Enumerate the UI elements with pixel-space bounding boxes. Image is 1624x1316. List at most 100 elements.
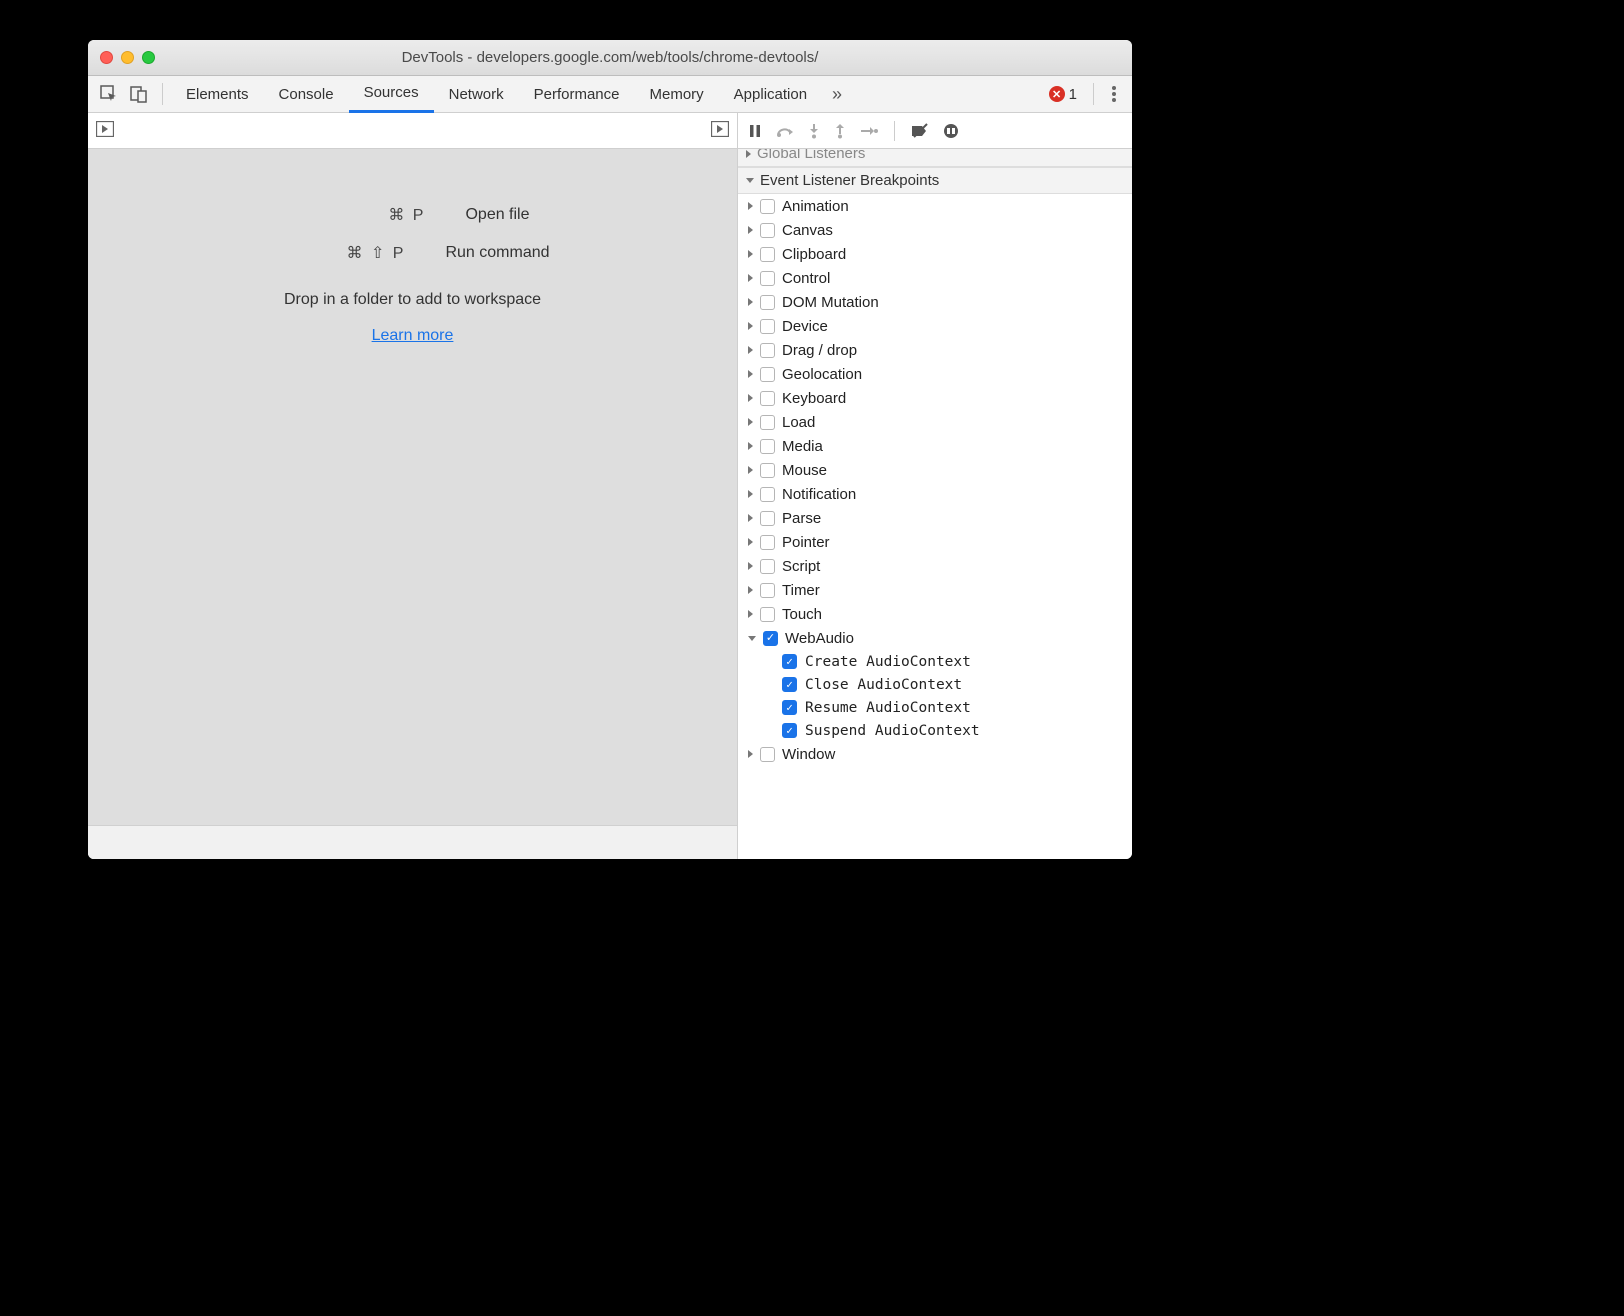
breakpoint-category[interactable]: Load [738, 410, 1132, 434]
step-button[interactable] [860, 125, 878, 137]
breakpoint-checkbox[interactable] [782, 723, 797, 738]
titlebar: DevTools - developers.google.com/web/too… [88, 40, 1132, 76]
category-checkbox[interactable] [760, 439, 775, 454]
breakpoint-category[interactable]: Geolocation [738, 362, 1132, 386]
category-checkbox[interactable] [760, 319, 775, 334]
breakpoint-category[interactable]: Clipboard [738, 242, 1132, 266]
breakpoint-category[interactable]: Control [738, 266, 1132, 290]
breakpoint-category[interactable]: Keyboard [738, 386, 1132, 410]
category-checkbox[interactable] [760, 463, 775, 478]
run-command-label: Run command [445, 244, 549, 262]
breakpoint-item[interactable]: Close AudioContext [738, 673, 1132, 696]
step-into-button[interactable] [808, 123, 820, 139]
category-checkbox[interactable] [760, 559, 775, 574]
category-checkbox[interactable] [760, 747, 775, 762]
step-out-button[interactable] [834, 123, 846, 139]
error-count-badge[interactable]: ✕ 1 [1049, 86, 1077, 103]
breakpoint-checkbox[interactable] [782, 700, 797, 715]
pause-on-exceptions-button[interactable] [943, 123, 959, 139]
category-label: Media [782, 438, 823, 455]
breakpoint-category[interactable]: WebAudio [738, 626, 1132, 650]
category-checkbox[interactable] [760, 583, 775, 598]
breakpoint-category[interactable]: Timer [738, 578, 1132, 602]
chevron-right-icon [748, 226, 753, 234]
category-label: Drag / drop [782, 342, 857, 359]
global-listeners-header[interactable]: Global Listeners [738, 149, 1132, 167]
breakpoint-category[interactable]: Touch [738, 602, 1132, 626]
breakpoint-category[interactable]: Mouse [738, 458, 1132, 482]
error-icon: ✕ [1049, 86, 1065, 102]
breakpoint-checkbox[interactable] [782, 677, 797, 692]
category-label: Pointer [782, 534, 830, 551]
category-label: Keyboard [782, 390, 846, 407]
deactivate-breakpoints-button[interactable] [911, 123, 929, 139]
breakpoint-category[interactable]: Drag / drop [738, 338, 1132, 362]
category-checkbox[interactable] [760, 271, 775, 286]
category-checkbox[interactable] [760, 367, 775, 382]
breakpoint-category[interactable]: Window [738, 742, 1132, 766]
breakpoint-label: Close AudioContext [805, 677, 962, 693]
tab-elements[interactable]: Elements [171, 76, 264, 113]
breakpoint-category[interactable]: Script [738, 554, 1132, 578]
tab-performance[interactable]: Performance [519, 76, 635, 113]
open-file-shortcut: ⌘ P [295, 205, 425, 225]
breakpoint-category[interactable]: Canvas [738, 218, 1132, 242]
step-over-button[interactable] [776, 124, 794, 138]
breakpoint-category[interactable]: Animation [738, 194, 1132, 218]
breakpoint-item[interactable]: Resume AudioContext [738, 696, 1132, 719]
tab-memory[interactable]: Memory [635, 76, 719, 113]
close-window-button[interactable] [100, 51, 113, 64]
breakpoint-checkbox[interactable] [782, 654, 797, 669]
category-checkbox[interactable] [760, 415, 775, 430]
minimize-window-button[interactable] [121, 51, 134, 64]
breakpoint-category[interactable]: Device [738, 314, 1132, 338]
breakpoint-category[interactable]: Parse [738, 506, 1132, 530]
debugger-toggle-icon[interactable] [711, 121, 729, 141]
settings-menu-icon[interactable] [1102, 86, 1126, 102]
category-checkbox[interactable] [760, 247, 775, 262]
category-label: Window [782, 746, 835, 763]
chevron-down-icon [748, 636, 756, 641]
devtools-window: DevTools - developers.google.com/web/too… [88, 40, 1132, 859]
drop-folder-text: Drop in a folder to add to workspace [284, 291, 541, 309]
breakpoint-category[interactable]: DOM Mutation [738, 290, 1132, 314]
chevron-right-icon [748, 442, 753, 450]
category-checkbox[interactable] [760, 391, 775, 406]
more-tabs-icon[interactable]: » [822, 79, 852, 109]
category-checkbox[interactable] [760, 535, 775, 550]
category-checkbox[interactable] [760, 199, 775, 214]
navigator-toggle-icon[interactable] [96, 121, 114, 141]
category-label: WebAudio [785, 630, 854, 647]
breakpoint-category[interactable]: Pointer [738, 530, 1132, 554]
breakpoint-item[interactable]: Create AudioContext [738, 650, 1132, 673]
tab-application[interactable]: Application [719, 76, 822, 113]
breakpoint-label: Resume AudioContext [805, 700, 971, 716]
breakpoint-scroller[interactable]: Global Listeners Event Listener Breakpoi… [738, 149, 1132, 859]
tab-console[interactable]: Console [264, 76, 349, 113]
event-listener-breakpoints-header[interactable]: Event Listener Breakpoints [738, 167, 1132, 194]
device-toolbar-icon[interactable] [124, 79, 154, 109]
tab-network[interactable]: Network [434, 76, 519, 113]
breakpoint-category[interactable]: Notification [738, 482, 1132, 506]
chevron-right-icon [748, 562, 753, 570]
category-label: Canvas [782, 222, 833, 239]
chevron-right-icon [748, 750, 753, 758]
category-checkbox[interactable] [760, 295, 775, 310]
category-checkbox[interactable] [760, 487, 775, 502]
category-checkbox[interactable] [760, 343, 775, 358]
tab-sources[interactable]: Sources [349, 76, 434, 113]
category-checkbox[interactable] [760, 607, 775, 622]
category-checkbox[interactable] [760, 511, 775, 526]
sources-subbar [88, 113, 737, 149]
category-checkbox[interactable] [763, 631, 778, 646]
learn-more-link[interactable]: Learn more [372, 327, 454, 345]
breakpoint-category[interactable]: Media [738, 434, 1132, 458]
inspect-element-icon[interactable] [94, 79, 124, 109]
maximize-window-button[interactable] [142, 51, 155, 64]
breakpoint-item[interactable]: Suspend AudioContext [738, 719, 1132, 742]
chevron-right-icon [748, 274, 753, 282]
category-checkbox[interactable] [760, 223, 775, 238]
pause-button[interactable] [748, 124, 762, 138]
category-label: Timer [782, 582, 820, 599]
debugger-toolbar [738, 113, 1132, 149]
